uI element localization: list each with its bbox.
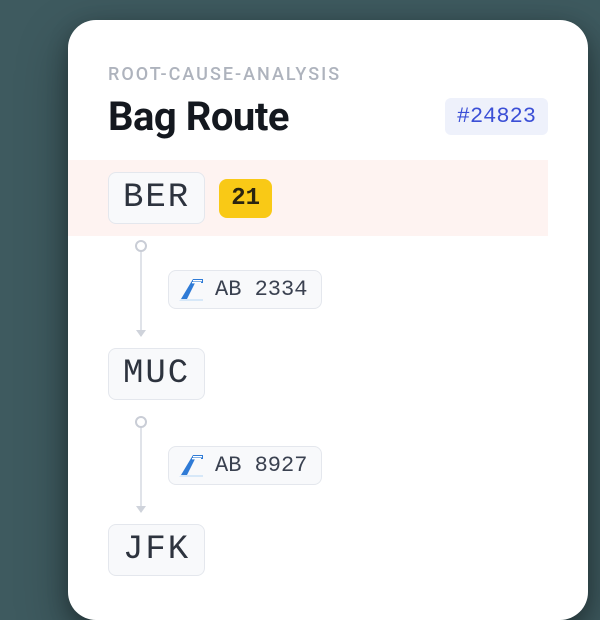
issue-count-badge: 21 [219, 179, 272, 218]
airplane-tail-icon [179, 277, 205, 301]
route-stop[interactable]: JFK [68, 512, 548, 588]
flight-number: AB 8927 [215, 453, 307, 478]
route-leg: AB 2334 [68, 236, 548, 336]
airport-code: JFK [108, 524, 205, 576]
flight-badge[interactable]: AB 8927 [168, 446, 322, 485]
route-stop[interactable]: BER 21 [68, 160, 548, 236]
route-leg: AB 8927 [68, 412, 548, 512]
bag-route-card: ROOT-CAUSE-ANALYSIS Bag Route #24823 BER… [68, 20, 588, 620]
route-stop[interactable]: MUC [68, 336, 548, 412]
title-row: Bag Route #24823 [108, 93, 548, 140]
connector-icon [134, 236, 148, 336]
route-block: BER 21 AB 2334 MUC [68, 160, 588, 588]
card-header: ROOT-CAUSE-ANALYSIS Bag Route #24823 [68, 20, 588, 160]
airport-code: BER [108, 172, 205, 224]
eyebrow-label: ROOT-CAUSE-ANALYSIS [108, 64, 548, 85]
connector-icon [134, 412, 148, 512]
case-id-badge[interactable]: #24823 [445, 98, 548, 135]
flight-badge[interactable]: AB 2334 [168, 270, 322, 309]
airplane-tail-icon [179, 453, 205, 477]
flight-number: AB 2334 [215, 277, 307, 302]
page-title: Bag Route [108, 93, 289, 140]
airport-code: MUC [108, 348, 205, 400]
